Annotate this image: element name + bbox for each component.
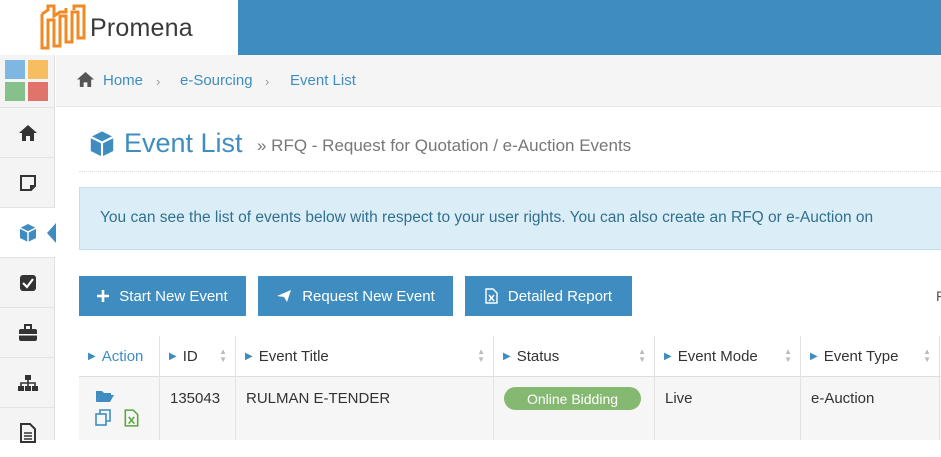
column-header-label: Event Type: [823, 348, 899, 365]
sitemap-icon: [17, 374, 38, 391]
caret-right-icon: ▶: [169, 351, 177, 362]
paper-plane-icon: [277, 290, 292, 302]
sidebar-item-events[interactable]: [0, 207, 56, 257]
event-id: 135043: [170, 390, 221, 407]
sort-icon: ▲ ▼: [477, 347, 485, 364]
column-header-status[interactable]: ▶ Status ▲ ▼: [494, 336, 655, 377]
sidebar-item-suppliers[interactable]: [0, 307, 55, 357]
page-header: Event List » RFQ - Request for Quotation…: [79, 108, 941, 172]
status-cell: Online Bidding: [494, 377, 655, 440]
excel-file-icon: [485, 288, 498, 304]
column-header-event-title[interactable]: ▶ Event Title ▲ ▼: [236, 336, 494, 377]
column-header-label: Event Mode: [677, 348, 758, 365]
briefcase-icon: [18, 323, 37, 341]
caret-right-icon: ▶: [88, 351, 96, 362]
breadcrumb: Home › e-Sourcing › Event List: [56, 55, 941, 107]
apps-grid-icon[interactable]: [5, 60, 49, 102]
sidebar-item-home[interactable]: [0, 107, 55, 157]
event-type: e-Auction: [811, 390, 875, 407]
column-header-action[interactable]: ▶ Action: [79, 336, 160, 377]
detailed-report-button[interactable]: Detailed Report: [465, 276, 632, 316]
home-icon[interactable]: [76, 71, 95, 88]
cube-icon: [90, 131, 114, 157]
plus-icon: [97, 290, 110, 302]
id-cell: 135043: [160, 377, 236, 440]
action-cell: [79, 377, 160, 440]
sidebar-item-documents[interactable]: [0, 407, 55, 457]
table-row[interactable]: 135043 RULMAN E-TENDER Online Bidding Li…: [79, 377, 941, 440]
sidebar-item-tasks[interactable]: [0, 257, 55, 307]
detailed-report-label: Detailed Report: [507, 287, 613, 305]
column-header-event-type[interactable]: ▶ Event Type ▲ ▼: [801, 336, 940, 377]
home-icon: [18, 124, 37, 141]
start-new-event-label: Start New Event: [119, 287, 228, 305]
event-mode: Live: [665, 390, 693, 407]
brand-name: Promena: [90, 14, 193, 42]
mode-cell: Live: [655, 377, 801, 440]
title-cell: RULMAN E-TENDER: [236, 377, 494, 440]
table-header: ▶ Action ▶ ID ▲ ▼ ▶ Event Title ▲ ▼ ▶ Stat…: [79, 336, 941, 377]
chevron-right-icon: ›: [156, 74, 161, 89]
page-title: Event List: [124, 128, 243, 158]
note-icon: [19, 174, 36, 191]
status-badge: Online Bidding: [504, 387, 641, 410]
sidebar-item-notes[interactable]: [0, 157, 55, 207]
column-header-event-mode[interactable]: ▶ Event Mode ▲ ▼: [655, 336, 801, 377]
column-header-label: ID: [182, 348, 198, 365]
copy-icon[interactable]: [95, 409, 112, 426]
breadcrumb-event-list[interactable]: Event List: [290, 72, 356, 89]
info-alert: You can see the list of events below wit…: [79, 187, 941, 250]
cube-icon: [19, 223, 36, 242]
page-subtitle: » RFQ - Request for Quotation / e-Auctio…: [257, 136, 632, 155]
sort-icon: ▲ ▼: [219, 347, 227, 364]
sort-icon: ▲ ▼: [638, 347, 646, 364]
request-new-event-label: Request New Event: [302, 287, 435, 305]
toolbar-right-text: F: [936, 288, 941, 304]
brand-logo[interactable]: Promena: [0, 0, 238, 55]
sort-icon: ▲ ▼: [784, 347, 792, 364]
promena-logo-icon: [40, 4, 86, 50]
caret-right-icon: ▶: [245, 351, 253, 362]
column-header-label: Action: [101, 348, 144, 365]
column-header-label: Event Title: [258, 348, 329, 365]
sort-icon: ▲ ▼: [923, 347, 931, 364]
excel-file-icon[interactable]: [124, 409, 139, 427]
type-cell: e-Auction: [801, 377, 940, 440]
breadcrumb-home[interactable]: Home: [103, 72, 143, 89]
breadcrumb-esourcing[interactable]: e-Sourcing: [180, 72, 253, 89]
info-text: You can see the list of events below wit…: [100, 209, 874, 226]
request-new-event-button[interactable]: Request New Event: [258, 276, 453, 316]
sidebar: [0, 55, 56, 443]
sidebar-item-organization[interactable]: [0, 357, 55, 407]
column-header-label: Status: [516, 348, 560, 365]
start-new-event-button[interactable]: Start New Event: [79, 276, 246, 316]
folder-open-icon[interactable]: [95, 389, 115, 403]
caret-right-icon: ▶: [503, 351, 511, 362]
caret-right-icon: ▶: [664, 351, 672, 362]
caret-right-icon: ▶: [810, 351, 818, 362]
column-header-id[interactable]: ▶ ID ▲ ▼: [160, 336, 236, 377]
event-title[interactable]: RULMAN E-TENDER: [246, 390, 390, 407]
chevron-right-icon: ›: [265, 74, 270, 89]
checkbox-icon: [19, 274, 36, 291]
